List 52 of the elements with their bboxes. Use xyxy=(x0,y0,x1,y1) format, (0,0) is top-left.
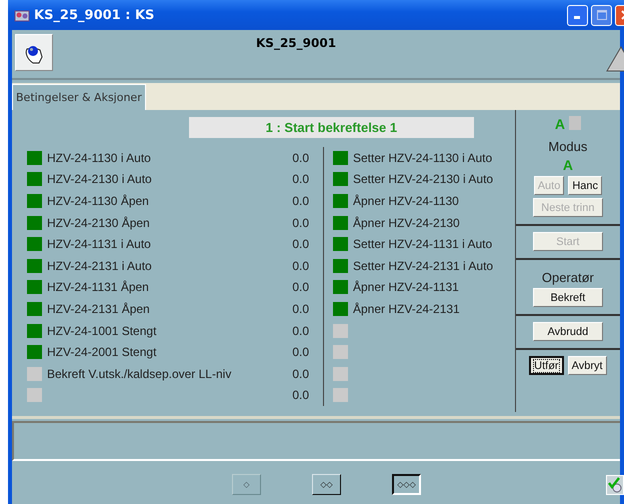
hand-button[interactable] xyxy=(15,34,53,71)
action-button[interactable]: Avbryt xyxy=(568,356,607,375)
condition-value: 0.0 xyxy=(291,237,309,252)
action-label: Setter HZV-24-2131 i Auto xyxy=(353,258,494,273)
condition-label: HZV-24-2131 i Auto xyxy=(47,258,153,273)
action-button[interactable]: Avbrudd xyxy=(532,322,603,341)
condition-label: HZV-24-2130 Åpen xyxy=(47,216,151,230)
action-label: Setter HZV-24-2130 i Auto xyxy=(353,172,494,186)
condition-value: 0.0 xyxy=(291,388,309,402)
maximize-button[interactable] xyxy=(591,4,612,26)
action-label: Åpner HZV-24-2131 xyxy=(353,302,461,316)
condition-label: HZV-24-1131 Åpen xyxy=(47,280,150,294)
condition-label: HZV-24-1131 i Auto xyxy=(47,237,152,252)
action-label: Setter HZV-24-1131 i Auto xyxy=(353,237,494,252)
step-title: 1 : Start bekreftelse 1 xyxy=(188,117,474,138)
action-button[interactable]: Bekreft xyxy=(532,288,603,307)
tab[interactable]: Betingelser & Aksjoner xyxy=(12,84,146,110)
action-button[interactable]: Utfør xyxy=(529,356,564,375)
condition-value: 0.0 xyxy=(291,258,309,273)
condition-label: HZV-24-2130 i Auto xyxy=(47,172,153,186)
section-label: Operatør xyxy=(542,270,594,285)
header-title: KS_25_9001 xyxy=(256,36,336,50)
app-icon xyxy=(14,8,30,22)
mode-letter: A xyxy=(554,116,565,132)
condition-label: HZV-24-1001 Stengt xyxy=(47,324,158,338)
condition-value: 0.0 xyxy=(291,280,309,294)
condition-value: 0.0 xyxy=(291,194,309,208)
condition-value: 0.0 xyxy=(291,150,309,165)
condition-value: 0.0 xyxy=(291,302,309,316)
action-button[interactable]: Hanc xyxy=(568,176,602,195)
condition-label: Bekreft V.utsk./kaldsep.over LL-niv xyxy=(47,366,232,381)
condition-label: HZV-24-2131 Åpen xyxy=(47,302,151,316)
condition-value: 0.0 xyxy=(291,345,309,360)
condition-label: HZV-24-1130 i Auto xyxy=(47,150,152,165)
minimize-button[interactable] xyxy=(567,4,588,26)
page-button[interactable]: ◇◇◇ xyxy=(392,474,421,494)
condition-value: 0.0 xyxy=(291,216,309,230)
condition-label: HZV-24-1130 Åpen xyxy=(47,194,150,208)
action-label: Setter HZV-24-1130 i Auto xyxy=(353,150,494,165)
condition-value: 0.0 xyxy=(291,324,309,338)
action-label: Åpner HZV-24-1130 xyxy=(353,194,460,208)
check-icon[interactable] xyxy=(606,475,624,495)
action-label: Åpner HZV-24-2130 xyxy=(353,216,461,230)
mode-letter: A xyxy=(562,157,573,173)
condition-label: HZV-24-2001 Stengt xyxy=(47,345,158,360)
page-button[interactable]: ◇◇ xyxy=(312,474,341,494)
action-label: Åpner HZV-24-1131 xyxy=(353,280,460,294)
condition-value: 0.0 xyxy=(291,366,309,381)
section-label: Modus xyxy=(548,139,588,154)
window-title: KS_25_9001 : KS xyxy=(34,8,156,22)
condition-value: 0.0 xyxy=(291,172,309,186)
maximize-icon xyxy=(596,10,606,20)
